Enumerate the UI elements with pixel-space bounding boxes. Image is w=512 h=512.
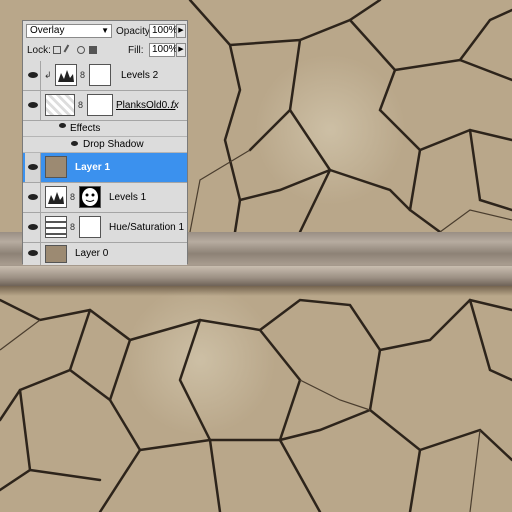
layer-name: Layer 1	[75, 162, 111, 173]
hue-saturation-icon	[45, 216, 67, 238]
lock-position-icon[interactable]	[77, 46, 85, 54]
layer-name: Hue/Saturation 1	[109, 222, 185, 233]
visibility-eye-icon[interactable]	[25, 243, 41, 265]
fill-label: Fill:	[128, 45, 144, 56]
levels-adjustment-icon	[55, 64, 77, 86]
effects-label: Effects	[70, 123, 101, 134]
layers-panel: Overlay ▼ Opacity: 100% ▶ Lock: Fill: 10…	[22, 20, 188, 265]
fill-slider-button[interactable]: ▶	[176, 43, 186, 57]
fill-input[interactable]: 100%	[149, 43, 178, 57]
lock-pixels-icon[interactable]	[63, 44, 75, 56]
blend-mode-select[interactable]: Overlay ▼	[26, 24, 112, 38]
layer-mask-thumbnail	[79, 186, 101, 208]
effect-label: Drop Shadow	[83, 139, 144, 150]
layer-thumbnail	[45, 245, 67, 263]
link-chain-icon: 8	[70, 192, 76, 202]
visibility-eye-icon[interactable]	[25, 61, 41, 90]
layer-row-levels-1[interactable]: 8 Levels 1	[23, 183, 187, 213]
effects-eye-icon[interactable]	[59, 123, 66, 128]
visibility-eye-icon[interactable]	[25, 183, 41, 212]
effects-row[interactable]: Effects	[23, 121, 187, 137]
visibility-eye-icon[interactable]	[25, 213, 41, 242]
visibility-eye-icon[interactable]	[25, 91, 41, 120]
layer-mask-thumbnail	[89, 64, 111, 86]
levels-adjustment-icon	[45, 186, 67, 208]
layer-mask-thumbnail	[79, 216, 101, 238]
layer-row-layer-1[interactable]: Layer 1	[23, 153, 187, 183]
layer-row-layer-0[interactable]: Layer 0	[23, 243, 187, 265]
link-chain-icon: 8	[80, 70, 86, 80]
opacity-label: Opacity:	[116, 26, 153, 37]
opacity-slider-button[interactable]: ▶	[176, 24, 186, 38]
visibility-eye-icon[interactable]	[25, 121, 41, 137]
layer-mask-thumbnail	[87, 94, 113, 116]
link-chain-icon: 8	[70, 222, 76, 232]
lock-transparency-icon[interactable]	[53, 46, 61, 54]
layer-row-hue-saturation-1[interactable]: 8 Hue/Saturation 1	[23, 213, 187, 243]
link-chain-icon: 8	[78, 100, 84, 110]
blend-mode-value: Overlay	[30, 25, 65, 36]
layer-name: PlanksOld0...	[116, 100, 176, 111]
layer-thumbnail	[45, 156, 67, 178]
wood-plank-front	[0, 266, 512, 286]
chevron-down-icon: ▼	[101, 26, 109, 35]
opacity-input[interactable]: 100%	[149, 24, 178, 38]
clipping-arrow-icon: ↲	[44, 70, 52, 80]
lock-all-icon[interactable]	[89, 46, 97, 54]
layers-panel-controls: Overlay ▼ Opacity: 100% ▶ Lock: Fill: 10…	[23, 21, 187, 62]
lock-label: Lock:	[27, 45, 51, 56]
effect-eye-icon[interactable]	[71, 141, 78, 146]
drop-shadow-row[interactable]: Drop Shadow	[23, 137, 187, 153]
plank-drop-shadow	[0, 286, 512, 296]
layer-name: Levels 2	[121, 70, 159, 81]
layer-row-planks[interactable]: 8 PlanksOld0... fx	[23, 91, 187, 121]
fx-icon[interactable]: fx	[171, 100, 179, 111]
layer-name: Layer 0	[75, 248, 109, 259]
layer-thumbnail	[45, 94, 75, 116]
visibility-eye-icon[interactable]	[25, 153, 41, 182]
layer-row-levels-2[interactable]: ↲ 8 Levels 2	[23, 61, 187, 91]
layer-name: Levels 1	[109, 192, 147, 203]
